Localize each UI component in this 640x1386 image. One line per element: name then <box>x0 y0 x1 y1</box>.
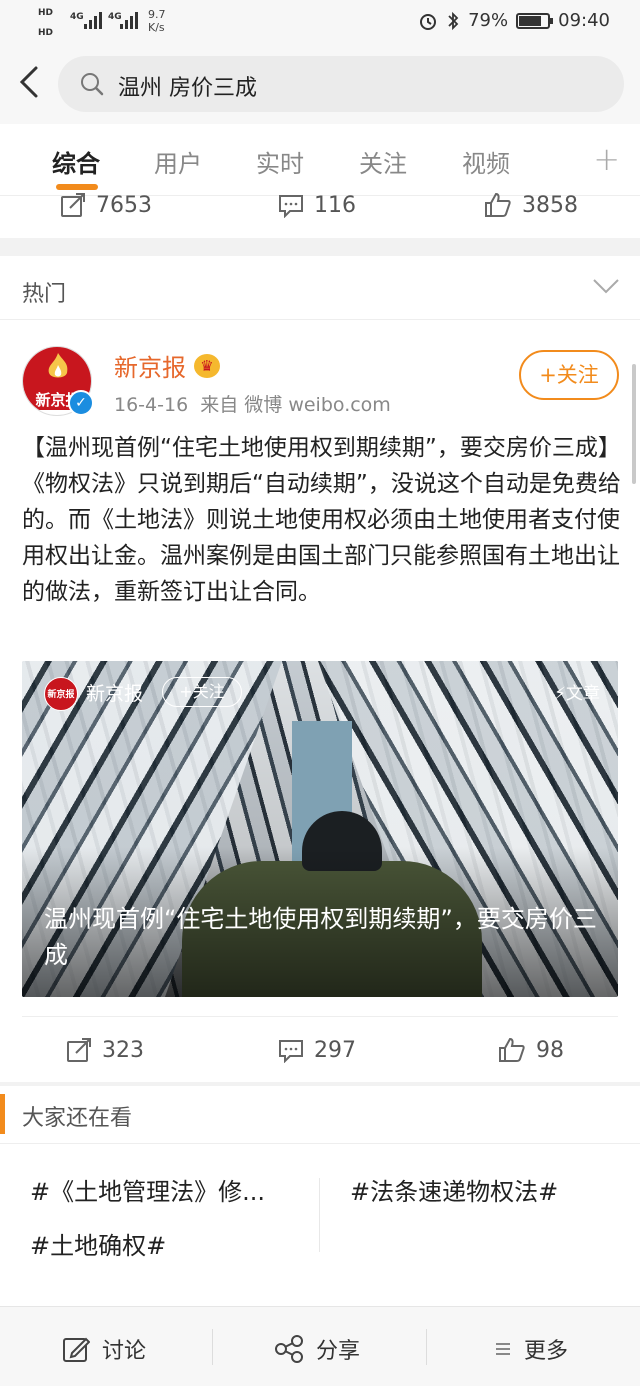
repost-button[interactable]: 7653 <box>60 192 152 218</box>
hot-section-header[interactable]: 热门 <box>0 256 640 320</box>
article-card[interactable]: 新京报 新京报 +关注 ⚡文章 温州现首例“住宅土地使用权到期续期”，要交房价三… <box>22 661 618 997</box>
crown-icon: ♛ <box>194 353 220 378</box>
card-author[interactable]: 新京报 <box>86 679 143 706</box>
alarm-icon <box>420 13 437 30</box>
post-actions: 323 297 98 <box>22 1016 618 1082</box>
search-icon <box>81 73 104 96</box>
more-label: 更多 <box>524 1339 569 1364</box>
share-label: 分享 <box>316 1339 361 1364</box>
search-query: 温州 房价三成 <box>118 76 257 101</box>
divider <box>319 1178 320 1252</box>
lightning-icon: ⚡ <box>554 684 566 704</box>
post-meta: 16-4-16 来自 微博 weibo.com <box>114 390 391 417</box>
speed-value: 9.7 <box>148 8 166 21</box>
repost-button[interactable]: 323 <box>66 1037 144 1063</box>
comment-count: 297 <box>314 1037 356 1063</box>
like-button[interactable]: 3858 <box>484 192 578 218</box>
verified-badge-icon: ✓ <box>68 390 94 416</box>
back-arrow-icon[interactable] <box>14 62 44 102</box>
tab-following[interactable]: 关注 <box>359 144 407 179</box>
battery-percent: 79% <box>468 10 509 31</box>
tab-comprehensive[interactable]: 综合 <box>52 144 100 179</box>
comment-button[interactable]: 116 <box>278 192 356 218</box>
post-source: 来自 微博 weibo.com <box>200 394 391 416</box>
repost-icon <box>67 1038 91 1062</box>
flame-icon <box>48 353 68 378</box>
hd-indicator: HD <box>38 28 54 38</box>
like-button[interactable]: 98 <box>498 1037 564 1063</box>
topic-link[interactable]: #《土地管理法》修... <box>30 1172 265 1207</box>
accent-bar <box>0 1094 5 1134</box>
see-also-header: 大家还在看 <box>0 1086 640 1144</box>
battery-icon <box>516 12 554 29</box>
signal-icon <box>84 12 102 29</box>
status-bar: HD HD 4G 4G 9.7 K/s 79% 09:40 <box>0 0 640 44</box>
divider <box>212 1329 213 1365</box>
avatar-logo <box>23 347 91 391</box>
discuss-button[interactable]: 讨论 <box>62 1333 146 1365</box>
edit-icon <box>63 1337 90 1362</box>
hot-section-title: 热门 <box>22 282 67 307</box>
network-speed: 9.7 K/s <box>148 8 166 34</box>
search-tabs: 综合 用户 实时 关注 视频 + <box>0 124 640 196</box>
chevron-down-icon[interactable] <box>592 276 620 296</box>
repost-count: 7653 <box>96 192 152 218</box>
add-tab-icon[interactable]: + <box>593 140 620 178</box>
comment-button[interactable]: 297 <box>278 1037 356 1063</box>
author-name[interactable]: 新京报 <box>114 348 186 383</box>
search-input[interactable]: 温州 房价三成 <box>58 56 624 112</box>
more-button[interactable]: 更多 <box>494 1333 568 1365</box>
tab-video[interactable]: 视频 <box>462 144 510 179</box>
scrollbar[interactable] <box>632 364 636 484</box>
share-icon <box>275 1335 303 1363</box>
section-gap <box>0 238 640 256</box>
search-header: 温州 房价三成 <box>0 44 640 124</box>
card-avatar[interactable]: 新京报 <box>44 677 78 711</box>
article-title: 温州现首例“住宅土地使用权到期续期”，要交房价三成 <box>44 905 597 969</box>
tab-realtime[interactable]: 实时 <box>256 144 304 179</box>
see-also-title: 大家还在看 <box>22 1106 133 1131</box>
share-button[interactable]: 分享 <box>274 1333 360 1365</box>
menu-icon <box>496 1343 510 1355</box>
divider <box>426 1329 427 1365</box>
article-tag: ⚡文章 <box>554 679 600 704</box>
tab-users[interactable]: 用户 <box>154 144 202 179</box>
status-right: 79% 09:40 <box>418 10 610 31</box>
post-date: 16-4-16 <box>114 394 189 416</box>
hd-indicator: HD <box>38 8 54 18</box>
post-author[interactable]: 新京报 ♛ <box>114 348 220 383</box>
follow-button[interactable]: +关注 <box>519 350 619 400</box>
bluetooth-icon <box>448 11 459 30</box>
like-icon <box>485 192 511 217</box>
like-count: 3858 <box>522 192 578 218</box>
signal-icon <box>120 12 138 29</box>
topic-link[interactable]: #法条速递物权法# <box>350 1172 558 1207</box>
card-follow-button[interactable]: +关注 <box>162 677 242 707</box>
bottom-action-bar: 讨论 分享 更多 <box>0 1306 640 1386</box>
comment-icon <box>279 1040 303 1063</box>
discuss-label: 讨论 <box>102 1339 147 1364</box>
battery-fill <box>519 15 542 26</box>
clock: 09:40 <box>558 10 610 31</box>
repost-count: 323 <box>102 1037 144 1063</box>
like-count: 98 <box>536 1037 564 1063</box>
comment-icon <box>279 195 303 218</box>
article-tag-label: 文章 <box>566 684 600 704</box>
topic-link[interactable]: #土地确权# <box>30 1226 166 1261</box>
speed-unit: K/s <box>148 21 165 34</box>
post-text: 【温州现首例“住宅土地使用权到期续期”，要交房价三成】《物权法》只说到期后“自动… <box>22 435 621 605</box>
prev-post-actions: 7653 116 3858 <box>0 192 640 232</box>
active-tab-indicator <box>56 184 98 190</box>
comment-count: 116 <box>314 192 356 218</box>
like-icon <box>499 1037 525 1062</box>
repost-icon <box>61 193 85 217</box>
network-type: 4G <box>70 12 84 22</box>
